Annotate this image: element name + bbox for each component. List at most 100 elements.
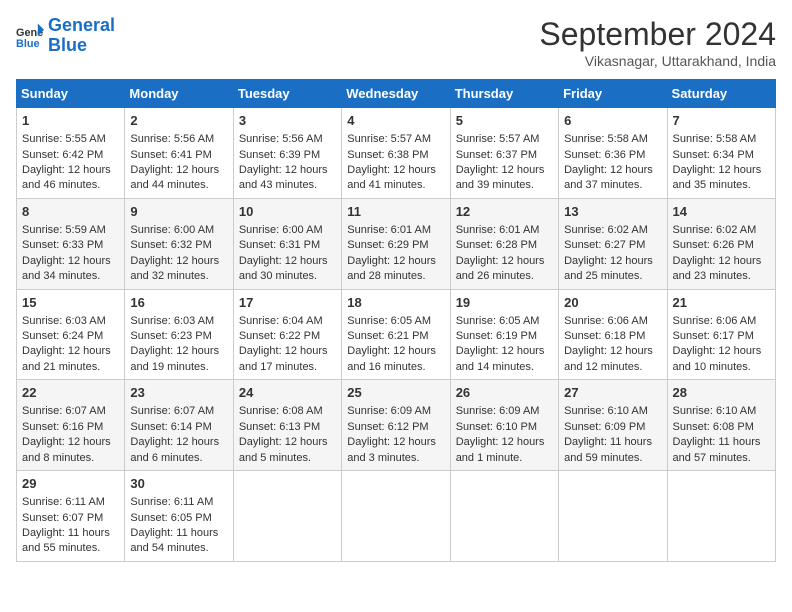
day-info-line: Sunrise: 5:59 AM bbox=[22, 223, 119, 238]
day-info-line: Sunrise: 6:05 AM bbox=[456, 314, 553, 329]
calendar-table: SundayMondayTuesdayWednesdayThursdayFrid… bbox=[16, 79, 776, 562]
calendar-cell: 12Sunrise: 6:01 AMSunset: 6:28 PMDayligh… bbox=[450, 198, 558, 289]
day-info-line: Sunset: 6:10 PM bbox=[456, 420, 553, 435]
day-number: 2 bbox=[130, 112, 227, 130]
day-info-line: Sunset: 6:08 PM bbox=[673, 420, 770, 435]
day-number: 17 bbox=[239, 294, 336, 312]
logo-text: GeneralBlue bbox=[48, 16, 115, 56]
calendar-cell: 6Sunrise: 5:58 AMSunset: 6:36 PMDaylight… bbox=[559, 108, 667, 199]
day-info-line: Sunrise: 6:10 AM bbox=[564, 404, 661, 419]
day-info-line: Sunset: 6:26 PM bbox=[673, 238, 770, 253]
day-info-line: Sunrise: 5:57 AM bbox=[456, 132, 553, 147]
day-info-line: Sunrise: 6:01 AM bbox=[456, 223, 553, 238]
calendar-cell: 7Sunrise: 5:58 AMSunset: 6:34 PMDaylight… bbox=[667, 108, 775, 199]
day-info-line: Sunrise: 6:04 AM bbox=[239, 314, 336, 329]
day-info-line: Sunrise: 6:07 AM bbox=[130, 404, 227, 419]
day-of-week-header: Monday bbox=[125, 80, 233, 108]
day-info-line: Sunset: 6:05 PM bbox=[130, 511, 227, 526]
day-number: 23 bbox=[130, 384, 227, 402]
day-info-line: Sunset: 6:33 PM bbox=[22, 238, 119, 253]
day-info-line: Sunset: 6:27 PM bbox=[564, 238, 661, 253]
day-info-line: Sunrise: 5:57 AM bbox=[347, 132, 444, 147]
day-info-line: Sunset: 6:17 PM bbox=[673, 329, 770, 344]
calendar-cell: 26Sunrise: 6:09 AMSunset: 6:10 PMDayligh… bbox=[450, 380, 558, 471]
day-number: 24 bbox=[239, 384, 336, 402]
day-info-line: Daylight: 12 hours and 8 minutes. bbox=[22, 435, 119, 466]
calendar-cell: 25Sunrise: 6:09 AMSunset: 6:12 PMDayligh… bbox=[342, 380, 450, 471]
calendar-cell: 20Sunrise: 6:06 AMSunset: 6:18 PMDayligh… bbox=[559, 289, 667, 380]
location: Vikasnagar, Uttarakhand, India bbox=[539, 53, 776, 69]
day-number: 11 bbox=[347, 203, 444, 221]
day-number: 22 bbox=[22, 384, 119, 402]
calendar-header: SundayMondayTuesdayWednesdayThursdayFrid… bbox=[17, 80, 776, 108]
logo-icon: General Blue bbox=[16, 22, 44, 50]
day-info-line: Sunrise: 6:11 AM bbox=[130, 495, 227, 510]
calendar-cell: 4Sunrise: 5:57 AMSunset: 6:38 PMDaylight… bbox=[342, 108, 450, 199]
calendar-cell: 16Sunrise: 6:03 AMSunset: 6:23 PMDayligh… bbox=[125, 289, 233, 380]
calendar-cell bbox=[233, 471, 341, 562]
day-info-line: Sunrise: 6:03 AM bbox=[22, 314, 119, 329]
day-number: 8 bbox=[22, 203, 119, 221]
day-info-line: Daylight: 12 hours and 44 minutes. bbox=[130, 163, 227, 194]
day-info-line: Sunset: 6:38 PM bbox=[347, 148, 444, 163]
calendar-cell: 3Sunrise: 5:56 AMSunset: 6:39 PMDaylight… bbox=[233, 108, 341, 199]
calendar-week-row: 1Sunrise: 5:55 AMSunset: 6:42 PMDaylight… bbox=[17, 108, 776, 199]
day-of-week-header: Thursday bbox=[450, 80, 558, 108]
calendar-cell: 14Sunrise: 6:02 AMSunset: 6:26 PMDayligh… bbox=[667, 198, 775, 289]
day-info-line: Sunrise: 6:11 AM bbox=[22, 495, 119, 510]
day-info-line: Sunset: 6:09 PM bbox=[564, 420, 661, 435]
calendar-cell: 9 Sunrise: 6:00 AMSunset: 6:32 PMDaylight… bbox=[125, 198, 233, 289]
day-number: 6 bbox=[564, 112, 661, 130]
day-number: 27 bbox=[564, 384, 661, 402]
day-number: 4 bbox=[347, 112, 444, 130]
day-info-line: Daylight: 11 hours and 54 minutes. bbox=[130, 526, 227, 557]
day-info-line: Daylight: 12 hours and 46 minutes. bbox=[22, 163, 119, 194]
day-info-line: Sunset: 6:24 PM bbox=[22, 329, 119, 344]
day-of-week-header: Friday bbox=[559, 80, 667, 108]
calendar-cell: 18Sunrise: 6:05 AMSunset: 6:21 PMDayligh… bbox=[342, 289, 450, 380]
day-info-line: Sunset: 6:39 PM bbox=[239, 148, 336, 163]
day-info-line: Daylight: 12 hours and 3 minutes. bbox=[347, 435, 444, 466]
day-info-line: Daylight: 12 hours and 1 minute. bbox=[456, 435, 553, 466]
calendar-cell: 22Sunrise: 6:07 AMSunset: 6:16 PMDayligh… bbox=[17, 380, 125, 471]
day-info-line: Sunset: 6:36 PM bbox=[564, 148, 661, 163]
day-info-line: Daylight: 12 hours and 19 minutes. bbox=[130, 344, 227, 375]
day-number: 14 bbox=[673, 203, 770, 221]
day-info-line: Sunrise: 6:10 AM bbox=[673, 404, 770, 419]
day-number: 20 bbox=[564, 294, 661, 312]
day-of-week-header: Wednesday bbox=[342, 80, 450, 108]
day-number: 9 bbox=[130, 203, 227, 221]
calendar-week-row: 15 Sunrise: 6:03 AMSunset: 6:24 PM Dayligh… bbox=[17, 289, 776, 380]
day-info-line: Daylight: 11 hours and 59 minutes. bbox=[564, 435, 661, 466]
day-number: 29 bbox=[22, 475, 119, 493]
day-info-line: Sunrise: 6:00 AM bbox=[130, 223, 227, 238]
day-info-line: Sunrise: 6:06 AM bbox=[673, 314, 770, 329]
day-info-line: Daylight: 12 hours and 32 minutes. bbox=[130, 254, 227, 285]
day-number: 28 bbox=[673, 384, 770, 402]
calendar-cell bbox=[559, 471, 667, 562]
day-info-line: Daylight: 12 hours and 16 minutes. bbox=[347, 344, 444, 375]
day-info-line: Daylight: 12 hours and 34 minutes. bbox=[22, 254, 119, 285]
calendar-cell: 5Sunrise: 5:57 AMSunset: 6:37 PMDaylight… bbox=[450, 108, 558, 199]
day-info-line: Daylight: 12 hours and 6 minutes. bbox=[130, 435, 227, 466]
day-info-line: Sunset: 6:13 PM bbox=[239, 420, 336, 435]
day-of-week-header: Tuesday bbox=[233, 80, 341, 108]
day-of-week-header: Saturday bbox=[667, 80, 775, 108]
day-info-line: Sunrise: 6:01 AM bbox=[347, 223, 444, 238]
day-info-line: Daylight: 12 hours and 26 minutes. bbox=[456, 254, 553, 285]
day-info-line: Sunrise: 6:05 AM bbox=[347, 314, 444, 329]
day-number: 12 bbox=[456, 203, 553, 221]
calendar-cell bbox=[450, 471, 558, 562]
day-number: 15 bbox=[22, 294, 119, 312]
day-info-line: Sunset: 6:32 PM bbox=[130, 238, 227, 253]
logo: General Blue GeneralBlue bbox=[16, 16, 115, 56]
day-info-line: Sunrise: 5:58 AM bbox=[673, 132, 770, 147]
day-info-line: Sunrise: 6:00 AM bbox=[239, 223, 336, 238]
calendar-cell: 1Sunrise: 5:55 AMSunset: 6:42 PMDaylight… bbox=[17, 108, 125, 199]
day-number: 26 bbox=[456, 384, 553, 402]
day-info-line: Daylight: 12 hours and 37 minutes. bbox=[564, 163, 661, 194]
day-info-line: Sunrise: 6:08 AM bbox=[239, 404, 336, 419]
day-info-line: Daylight: 12 hours and 30 minutes. bbox=[239, 254, 336, 285]
day-info-line: Daylight: 11 hours and 57 minutes. bbox=[673, 435, 770, 466]
calendar-cell: 8 Sunrise: 5:59 AMSunset: 6:33 PMDaylight… bbox=[17, 198, 125, 289]
